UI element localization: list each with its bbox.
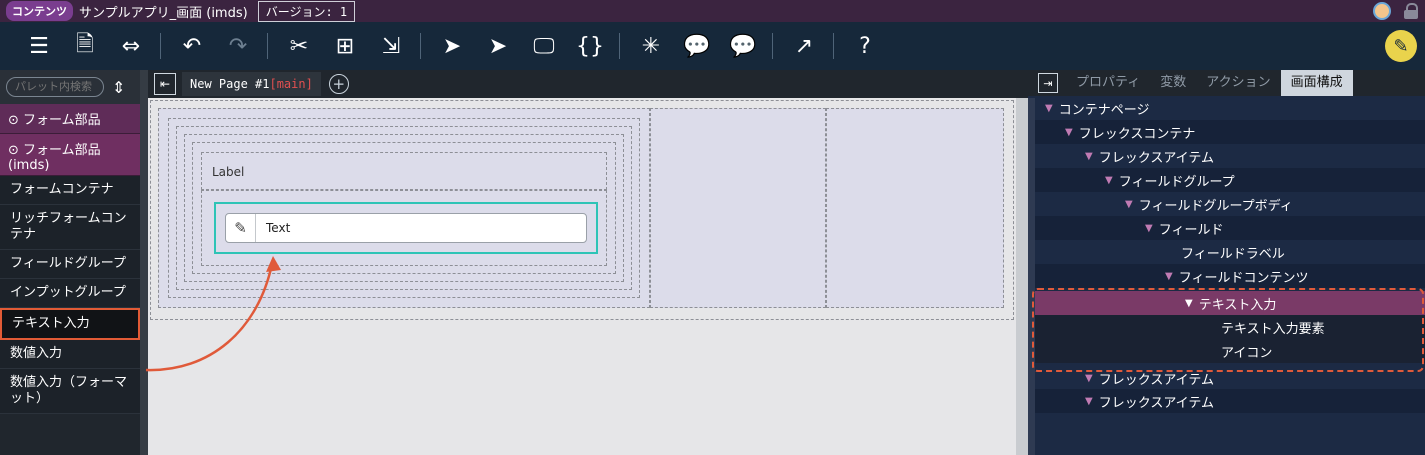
palette-item-number-input[interactable]: 数値入力	[0, 340, 140, 369]
tree-node-flex-item-3[interactable]: ▼ フレックスアイテム	[1035, 389, 1425, 413]
canvas-scrollbar[interactable]	[1016, 98, 1028, 455]
palette-item-form-container[interactable]: フォームコンテナ	[0, 176, 140, 205]
palette-item-text-input[interactable]: テキスト入力	[0, 308, 140, 340]
tab-main-marker: [main]	[269, 77, 313, 91]
add-page-icon[interactable]: +	[328, 74, 349, 94]
expand-arrow-icon[interactable]: ▼	[1105, 175, 1113, 186]
tree-node-container-page[interactable]: ▼ コンテナページ	[1035, 96, 1425, 120]
tree-node-label: フレックスコンテナ	[1078, 126, 1196, 142]
tree-node-field[interactable]: ▼ フィールド	[1035, 216, 1425, 240]
edit-icon: ✎	[226, 214, 256, 242]
palette-search-input[interactable]	[6, 77, 104, 97]
palette-scrollbar[interactable]	[140, 70, 148, 455]
version-label: バージョン: 1	[257, 0, 356, 22]
app-title: サンプルアプリ_画面 (imds)	[79, 5, 248, 21]
tree-node-label: フィールドコンテンツ	[1178, 270, 1309, 286]
palette-panel: ⇕ ⊙ フォーム部品 ⊙ フォーム部品 (imds) フォームコンテナ リッチフ…	[0, 70, 140, 455]
expand-panel-icon[interactable]: ⇥	[1038, 73, 1058, 93]
move-out-icon[interactable]: ⇲	[374, 29, 408, 63]
tab-page-name: New Page #1	[190, 77, 270, 91]
text-input-value: Text	[266, 221, 291, 235]
tree-node-flex-container[interactable]: ▼ フレックスコンテナ	[1035, 120, 1425, 144]
expand-arrow-icon[interactable]: ▼	[1085, 396, 1093, 407]
expand-arrow-icon[interactable]: ▼	[1065, 127, 1073, 138]
pointer-hover-icon[interactable]: ➤	[481, 29, 515, 63]
monitor-icon[interactable]: 🖵	[527, 29, 561, 63]
toolbar-divider	[420, 33, 421, 59]
toolbar-divider	[267, 33, 268, 59]
tree-node-label: フィールドラベル	[1181, 246, 1285, 262]
tab-properties[interactable]: プロパティ	[1066, 70, 1150, 96]
editor-tab-bar: ⇤ New Page #1 [main] +	[148, 70, 1028, 98]
palette-item-field-group[interactable]: フィールドグループ	[0, 250, 140, 279]
tree-node-field-label[interactable]: フィールドラベル	[1035, 240, 1425, 264]
help-icon[interactable]: ?	[848, 29, 882, 63]
pencil-circle-icon[interactable]: ✎	[1385, 30, 1417, 62]
collapse-panel-icon[interactable]: ⇤	[154, 73, 176, 95]
palette-item-rich-form-container[interactable]: リッチフォームコンテナ	[0, 205, 140, 250]
tree-highlight-outline	[1032, 288, 1424, 372]
tree-node-label: フィールドグループ	[1118, 174, 1235, 190]
flex-item-3[interactable]	[826, 108, 1004, 308]
palette-category-form-parts-imds[interactable]: ⊙ フォーム部品 (imds)	[0, 134, 140, 176]
palette-search-bar: ⇕	[0, 70, 140, 104]
tree-scrollbar[interactable]	[1028, 98, 1035, 455]
app-root: コンテンツ サンプルアプリ_画面 (imds) バージョン: 1 ☰ 🗎 ⇔ ↶…	[0, 0, 1425, 455]
tree-node-label: フレックスアイテム	[1098, 150, 1215, 166]
palette-item-number-input-format[interactable]: 数値入力（フォーマット）	[0, 369, 140, 414]
undo-icon[interactable]: ↶	[175, 29, 209, 63]
tree-node-flex-item[interactable]: ▼ フレックスアイテム	[1035, 144, 1425, 168]
tab-actions[interactable]: アクション	[1196, 70, 1280, 96]
tree-node-label: フィールドグループボディ	[1138, 198, 1293, 214]
title-bar: コンテンツ サンプルアプリ_画面 (imds) バージョン: 1	[0, 0, 1425, 22]
toolbar-divider	[160, 33, 161, 59]
tree-grid-icon[interactable]: ⊞	[328, 29, 362, 63]
swap-horizontal-icon[interactable]: ⇔	[114, 29, 148, 63]
expand-arrow-icon[interactable]: ▼	[1125, 199, 1133, 210]
document-download-icon[interactable]: 🗎	[68, 29, 102, 63]
flex-item-2[interactable]	[650, 108, 826, 308]
toolbar-divider	[619, 33, 620, 59]
palette-item-input-group[interactable]: インプットグループ	[0, 279, 140, 308]
tab-new-page[interactable]: New Page #1 [main]	[182, 72, 321, 96]
field-label-text: Label	[212, 165, 245, 179]
lock-icon[interactable]	[1403, 3, 1419, 19]
database-stack-icon[interactable]: ☰	[22, 29, 56, 63]
title-actions	[1373, 2, 1419, 20]
toolbar: ☰ 🗎 ⇔ ↶ ↷ ✂ ⊞ ⇲ ➤ ➤ 🖵 {} ✳ 💬 💬 ↗ ? ✎	[0, 22, 1425, 70]
sparkle-icon[interactable]: ✳	[634, 29, 668, 63]
design-canvas[interactable]: Label ✎ Text	[148, 98, 1016, 455]
toolbar-divider	[833, 33, 834, 59]
content-badge: コンテンツ	[6, 1, 73, 21]
palette-category-form-parts[interactable]: ⊙ フォーム部品	[0, 104, 140, 134]
tree-node-field-contents[interactable]: ▼ フィールドコンテンツ	[1035, 264, 1425, 288]
user-avatar-icon[interactable]	[1373, 2, 1391, 20]
chat-settings-icon[interactable]: 💬	[726, 29, 760, 63]
tree-node-label: コンテナページ	[1058, 102, 1150, 118]
external-link-icon[interactable]: ↗	[787, 29, 821, 63]
pointer-icon[interactable]: ➤	[435, 29, 469, 63]
tree-node-field-group-body[interactable]: ▼ フィールドグループボディ	[1035, 192, 1425, 216]
expand-arrow-icon[interactable]: ▼	[1145, 223, 1153, 234]
field-label[interactable]: Label	[201, 152, 607, 190]
tab-variables[interactable]: 変数	[1150, 70, 1196, 96]
expand-arrow-icon[interactable]: ▼	[1085, 373, 1093, 384]
scissors-icon[interactable]: ✂	[282, 29, 316, 63]
css-file-icon[interactable]: {}	[573, 29, 607, 63]
right-panel-tabs: ⇥ プロパティ 変数 アクション 画面構成	[1028, 70, 1425, 96]
right-panel: ⇥ プロパティ 変数 アクション 画面構成 ▼ コンテナページ ▼ フレックスコンテ…	[1028, 70, 1425, 455]
expand-arrow-icon[interactable]: ▼	[1165, 271, 1173, 282]
collapse-all-icon[interactable]: ⇕	[112, 78, 125, 97]
expand-arrow-icon[interactable]: ▼	[1045, 103, 1053, 114]
expand-arrow-icon[interactable]: ▼	[1085, 151, 1093, 162]
tree-node-label: フィールド	[1158, 222, 1224, 238]
tab-screen-structure[interactable]: 画面構成	[1280, 70, 1353, 96]
tree-node-label: フレックスアイテム	[1098, 395, 1215, 411]
text-input-component[interactable]: ✎ Text	[214, 202, 598, 254]
chat-edit-icon[interactable]: 💬	[680, 29, 714, 63]
text-input-element[interactable]: ✎ Text	[225, 213, 587, 243]
toolbar-divider	[772, 33, 773, 59]
tree-node-field-group[interactable]: ▼ フィールドグループ	[1035, 168, 1425, 192]
redo-icon[interactable]: ↷	[221, 29, 255, 63]
